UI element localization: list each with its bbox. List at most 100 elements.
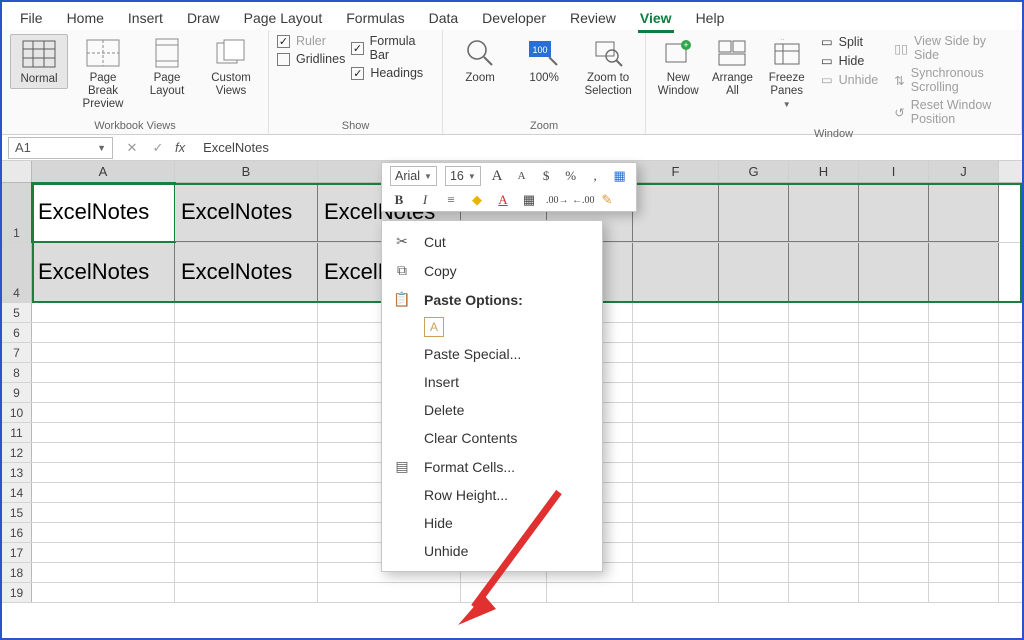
cell-f11[interactable] — [633, 423, 719, 442]
ctx-paste-special[interactable]: Paste Special... — [382, 340, 602, 368]
cell-b9[interactable] — [175, 383, 318, 402]
select-all-corner[interactable] — [2, 161, 32, 182]
increase-font-icon[interactable]: A — [489, 168, 506, 185]
col-header-b[interactable]: B — [175, 161, 318, 182]
cell-g7[interactable] — [719, 343, 789, 362]
row-header-7[interactable]: 7 — [2, 343, 32, 362]
ctx-unhide[interactable]: Unhide — [382, 537, 602, 565]
cell-b6[interactable] — [175, 323, 318, 342]
freeze-panes-button[interactable]: * Freeze Panes ▼ — [763, 34, 811, 112]
percent-icon[interactable]: % — [562, 168, 579, 184]
cell-g16[interactable] — [719, 523, 789, 542]
cell-i14[interactable] — [859, 483, 929, 502]
cell-a16[interactable] — [32, 523, 175, 542]
cell-f10[interactable] — [633, 403, 719, 422]
col-header-f[interactable]: F — [633, 161, 719, 182]
row-header-11[interactable]: 11 — [2, 423, 32, 442]
currency-icon[interactable]: $ — [538, 168, 555, 184]
cell-j12[interactable] — [929, 443, 999, 462]
cell-j4[interactable] — [929, 243, 999, 302]
col-header-g[interactable]: G — [719, 161, 789, 182]
ctx-paste-option-default[interactable]: A — [382, 314, 602, 340]
cell-j5[interactable] — [929, 303, 999, 322]
cell-j14[interactable] — [929, 483, 999, 502]
cell-c19[interactable] — [318, 583, 461, 602]
cell-i16[interactable] — [859, 523, 929, 542]
cell-g12[interactable] — [719, 443, 789, 462]
cell-i9[interactable] — [859, 383, 929, 402]
decrease-decimal-icon[interactable]: ←.00 — [572, 195, 590, 206]
row-header-19[interactable]: 19 — [2, 583, 32, 602]
row-header-9[interactable]: 9 — [2, 383, 32, 402]
cell-g6[interactable] — [719, 323, 789, 342]
chevron-down-icon[interactable]: ▼ — [424, 172, 432, 181]
cell-b14[interactable] — [175, 483, 318, 502]
cell-i12[interactable] — [859, 443, 929, 462]
row-header-13[interactable]: 13 — [2, 463, 32, 482]
cell-f17[interactable] — [633, 543, 719, 562]
font-color-icon[interactable]: A — [494, 192, 512, 208]
col-header-j[interactable]: J — [929, 161, 999, 182]
cell-b8[interactable] — [175, 363, 318, 382]
cell-i11[interactable] — [859, 423, 929, 442]
cell-i5[interactable] — [859, 303, 929, 322]
cell-b17[interactable] — [175, 543, 318, 562]
cell-f18[interactable] — [633, 563, 719, 582]
cell-j18[interactable] — [929, 563, 999, 582]
cell-j15[interactable] — [929, 503, 999, 522]
cell-j8[interactable] — [929, 363, 999, 382]
ctx-hide[interactable]: Hide — [382, 509, 602, 537]
table-icon[interactable]: ▦ — [611, 168, 628, 184]
tab-help[interactable]: Help — [684, 6, 737, 30]
cell-h5[interactable] — [789, 303, 859, 322]
cell-i7[interactable] — [859, 343, 929, 362]
cell-h12[interactable] — [789, 443, 859, 462]
row-header-1[interactable]: 1 — [2, 183, 32, 242]
cell-i6[interactable] — [859, 323, 929, 342]
col-header-h[interactable]: H — [789, 161, 859, 182]
cell-a10[interactable] — [32, 403, 175, 422]
cell-b18[interactable] — [175, 563, 318, 582]
row-header-8[interactable]: 8 — [2, 363, 32, 382]
ctx-row-height[interactable]: Row Height... — [382, 481, 602, 509]
cell-h1[interactable] — [789, 183, 859, 242]
cell-a14[interactable] — [32, 483, 175, 502]
cell-j17[interactable] — [929, 543, 999, 562]
cell-i1[interactable] — [859, 183, 929, 242]
cancel-formula-button[interactable]: ✕ — [119, 140, 145, 156]
cell-i4[interactable] — [859, 243, 929, 302]
cell-d19[interactable] — [461, 583, 547, 602]
cell-f13[interactable] — [633, 463, 719, 482]
cell-a13[interactable] — [32, 463, 175, 482]
cell-h11[interactable] — [789, 423, 859, 442]
ctx-format-cells[interactable]: ▤Format Cells... — [382, 452, 602, 481]
cell-a15[interactable] — [32, 503, 175, 522]
cell-i8[interactable] — [859, 363, 929, 382]
cell-b16[interactable] — [175, 523, 318, 542]
cell-f19[interactable] — [633, 583, 719, 602]
hide-button[interactable]: ▭Hide — [821, 53, 878, 68]
zoom-100-button[interactable]: 100 100% — [515, 34, 573, 87]
cell-b5[interactable] — [175, 303, 318, 322]
fill-color-icon[interactable]: ◆ — [468, 192, 486, 208]
cell-i13[interactable] — [859, 463, 929, 482]
cell-i15[interactable] — [859, 503, 929, 522]
cell-b7[interactable] — [175, 343, 318, 362]
bold-icon[interactable]: B — [390, 192, 408, 208]
align-icon[interactable]: ≡ — [442, 192, 460, 208]
cell-h18[interactable] — [789, 563, 859, 582]
tab-view[interactable]: View — [628, 6, 684, 30]
row-header-14[interactable]: 14 — [2, 483, 32, 502]
cell-b15[interactable] — [175, 503, 318, 522]
cell-f16[interactable] — [633, 523, 719, 542]
cell-a5[interactable] — [32, 303, 175, 322]
tab-home[interactable]: Home — [55, 6, 116, 30]
cell-h15[interactable] — [789, 503, 859, 522]
cell-a18[interactable] — [32, 563, 175, 582]
cell-b12[interactable] — [175, 443, 318, 462]
cell-j13[interactable] — [929, 463, 999, 482]
decrease-font-icon[interactable]: A — [513, 170, 530, 182]
cell-j11[interactable] — [929, 423, 999, 442]
row-header-16[interactable]: 16 — [2, 523, 32, 542]
cell-a1[interactable]: ExcelNotes — [32, 183, 175, 242]
